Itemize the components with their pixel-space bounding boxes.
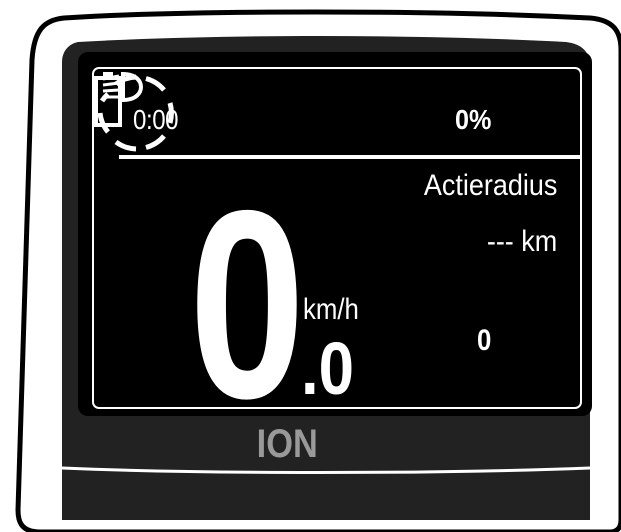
brand-logo: ION xyxy=(256,422,318,466)
assist-level-ring-icon xyxy=(97,74,174,152)
range-label: Actieradius xyxy=(423,169,557,202)
speed-integer: 0 xyxy=(189,154,305,454)
speed-unit: km/h xyxy=(303,293,359,326)
battery-percentage: 0% xyxy=(455,104,492,135)
display-screen: 0:00 0% Actieradius --- km 0 km/h .0 0 xyxy=(93,70,581,438)
speed-decimal: .0 xyxy=(301,327,355,410)
range-value: --- km xyxy=(486,225,557,258)
bike-display-device: 0:00 0% Actieradius --- km 0 km/h .0 0 I… xyxy=(0,0,621,532)
assist-level-value: 0 xyxy=(477,324,492,357)
